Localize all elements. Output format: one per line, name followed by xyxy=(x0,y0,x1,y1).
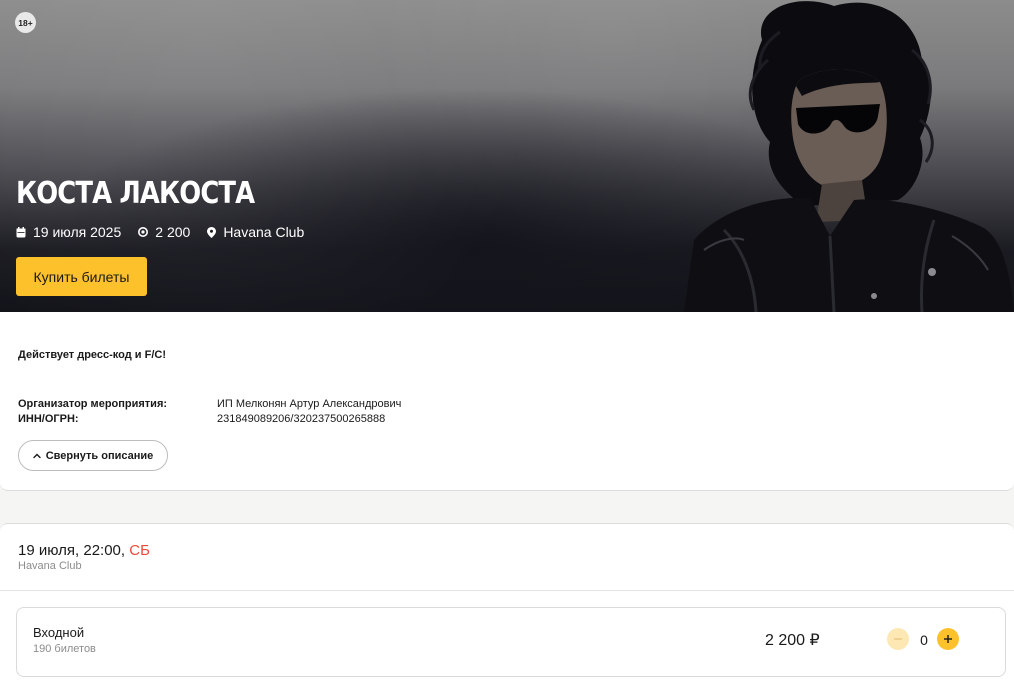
event-date: 19 июля 2025 xyxy=(16,224,121,240)
event-description: Действует дресс-код и F/C! Организатор м… xyxy=(0,312,1014,491)
session-venue: Havana Club xyxy=(18,560,82,572)
organizer-value: ИП Мелконян Артур Александрович xyxy=(217,398,402,410)
inn-value: 231849089206/320237500265888 xyxy=(217,413,386,425)
inn-label: ИНН/ОГРН: xyxy=(18,413,79,425)
event-price-text: 2 200 xyxy=(155,224,191,240)
event-price: 2 200 xyxy=(138,224,190,240)
ticket-type-row: Входной 190 билетов 2 200 ₽ 0 xyxy=(16,607,1006,677)
ticket-price: 2 200 ₽ xyxy=(765,632,820,649)
increase-quantity-button[interactable] xyxy=(937,628,959,650)
dress-code-note: Действует дресс-код и F/C! xyxy=(18,349,166,361)
event-meta: 19 июля 2025 2 200 Havana Club xyxy=(16,224,321,240)
event-date-text: 19 июля 2025 xyxy=(33,224,122,240)
event-venue-text: Havana Club xyxy=(223,224,305,240)
ticket-availability: 190 билетов xyxy=(33,643,96,655)
session-weekday: СБ xyxy=(129,542,150,559)
buy-tickets-button[interactable]: Купить билеты xyxy=(16,257,147,296)
artist-photo xyxy=(684,1,1014,312)
collapse-description-button[interactable]: Свернуть описание xyxy=(18,440,168,471)
event-venue[interactable]: Havana Club xyxy=(207,224,304,240)
location-pin-icon xyxy=(207,226,217,238)
organizer-info: Организатор мероприятия: ИП Мелконян Арт… xyxy=(18,397,401,427)
chevron-up-icon xyxy=(33,453,41,458)
coin-icon xyxy=(138,227,149,237)
calendar-icon xyxy=(16,226,26,237)
session-datetime-text: 19 июля, 22:00, xyxy=(18,542,126,559)
age-rating-badge: 18+ xyxy=(15,12,36,33)
event-hero-banner: 18+ КОСТА ЛАКОСТА 19 июля 2025 2 200 Hav… xyxy=(0,0,1014,312)
divider xyxy=(0,590,1014,591)
organizer-row: Организатор мероприятия: ИП Мелконян Арт… xyxy=(18,397,401,412)
decrease-quantity-button[interactable] xyxy=(887,628,909,650)
ticket-type-name: Входной xyxy=(33,625,85,640)
inn-row: ИНН/ОГРН: 231849089206/320237500265888 xyxy=(18,412,401,427)
event-title: КОСТА ЛАКОСТА xyxy=(16,176,255,211)
minus-icon xyxy=(894,638,902,640)
collapse-description-label: Свернуть описание xyxy=(45,449,154,462)
ticket-quantity: 0 xyxy=(920,632,928,648)
event-session: 19 июля, 22:00, СБ Havana Club Входной 1… xyxy=(0,523,1014,683)
plus-icon xyxy=(944,635,952,643)
organizer-label: Организатор мероприятия: xyxy=(18,398,168,410)
session-datetime: 19 июля, 22:00, СБ xyxy=(18,542,150,559)
